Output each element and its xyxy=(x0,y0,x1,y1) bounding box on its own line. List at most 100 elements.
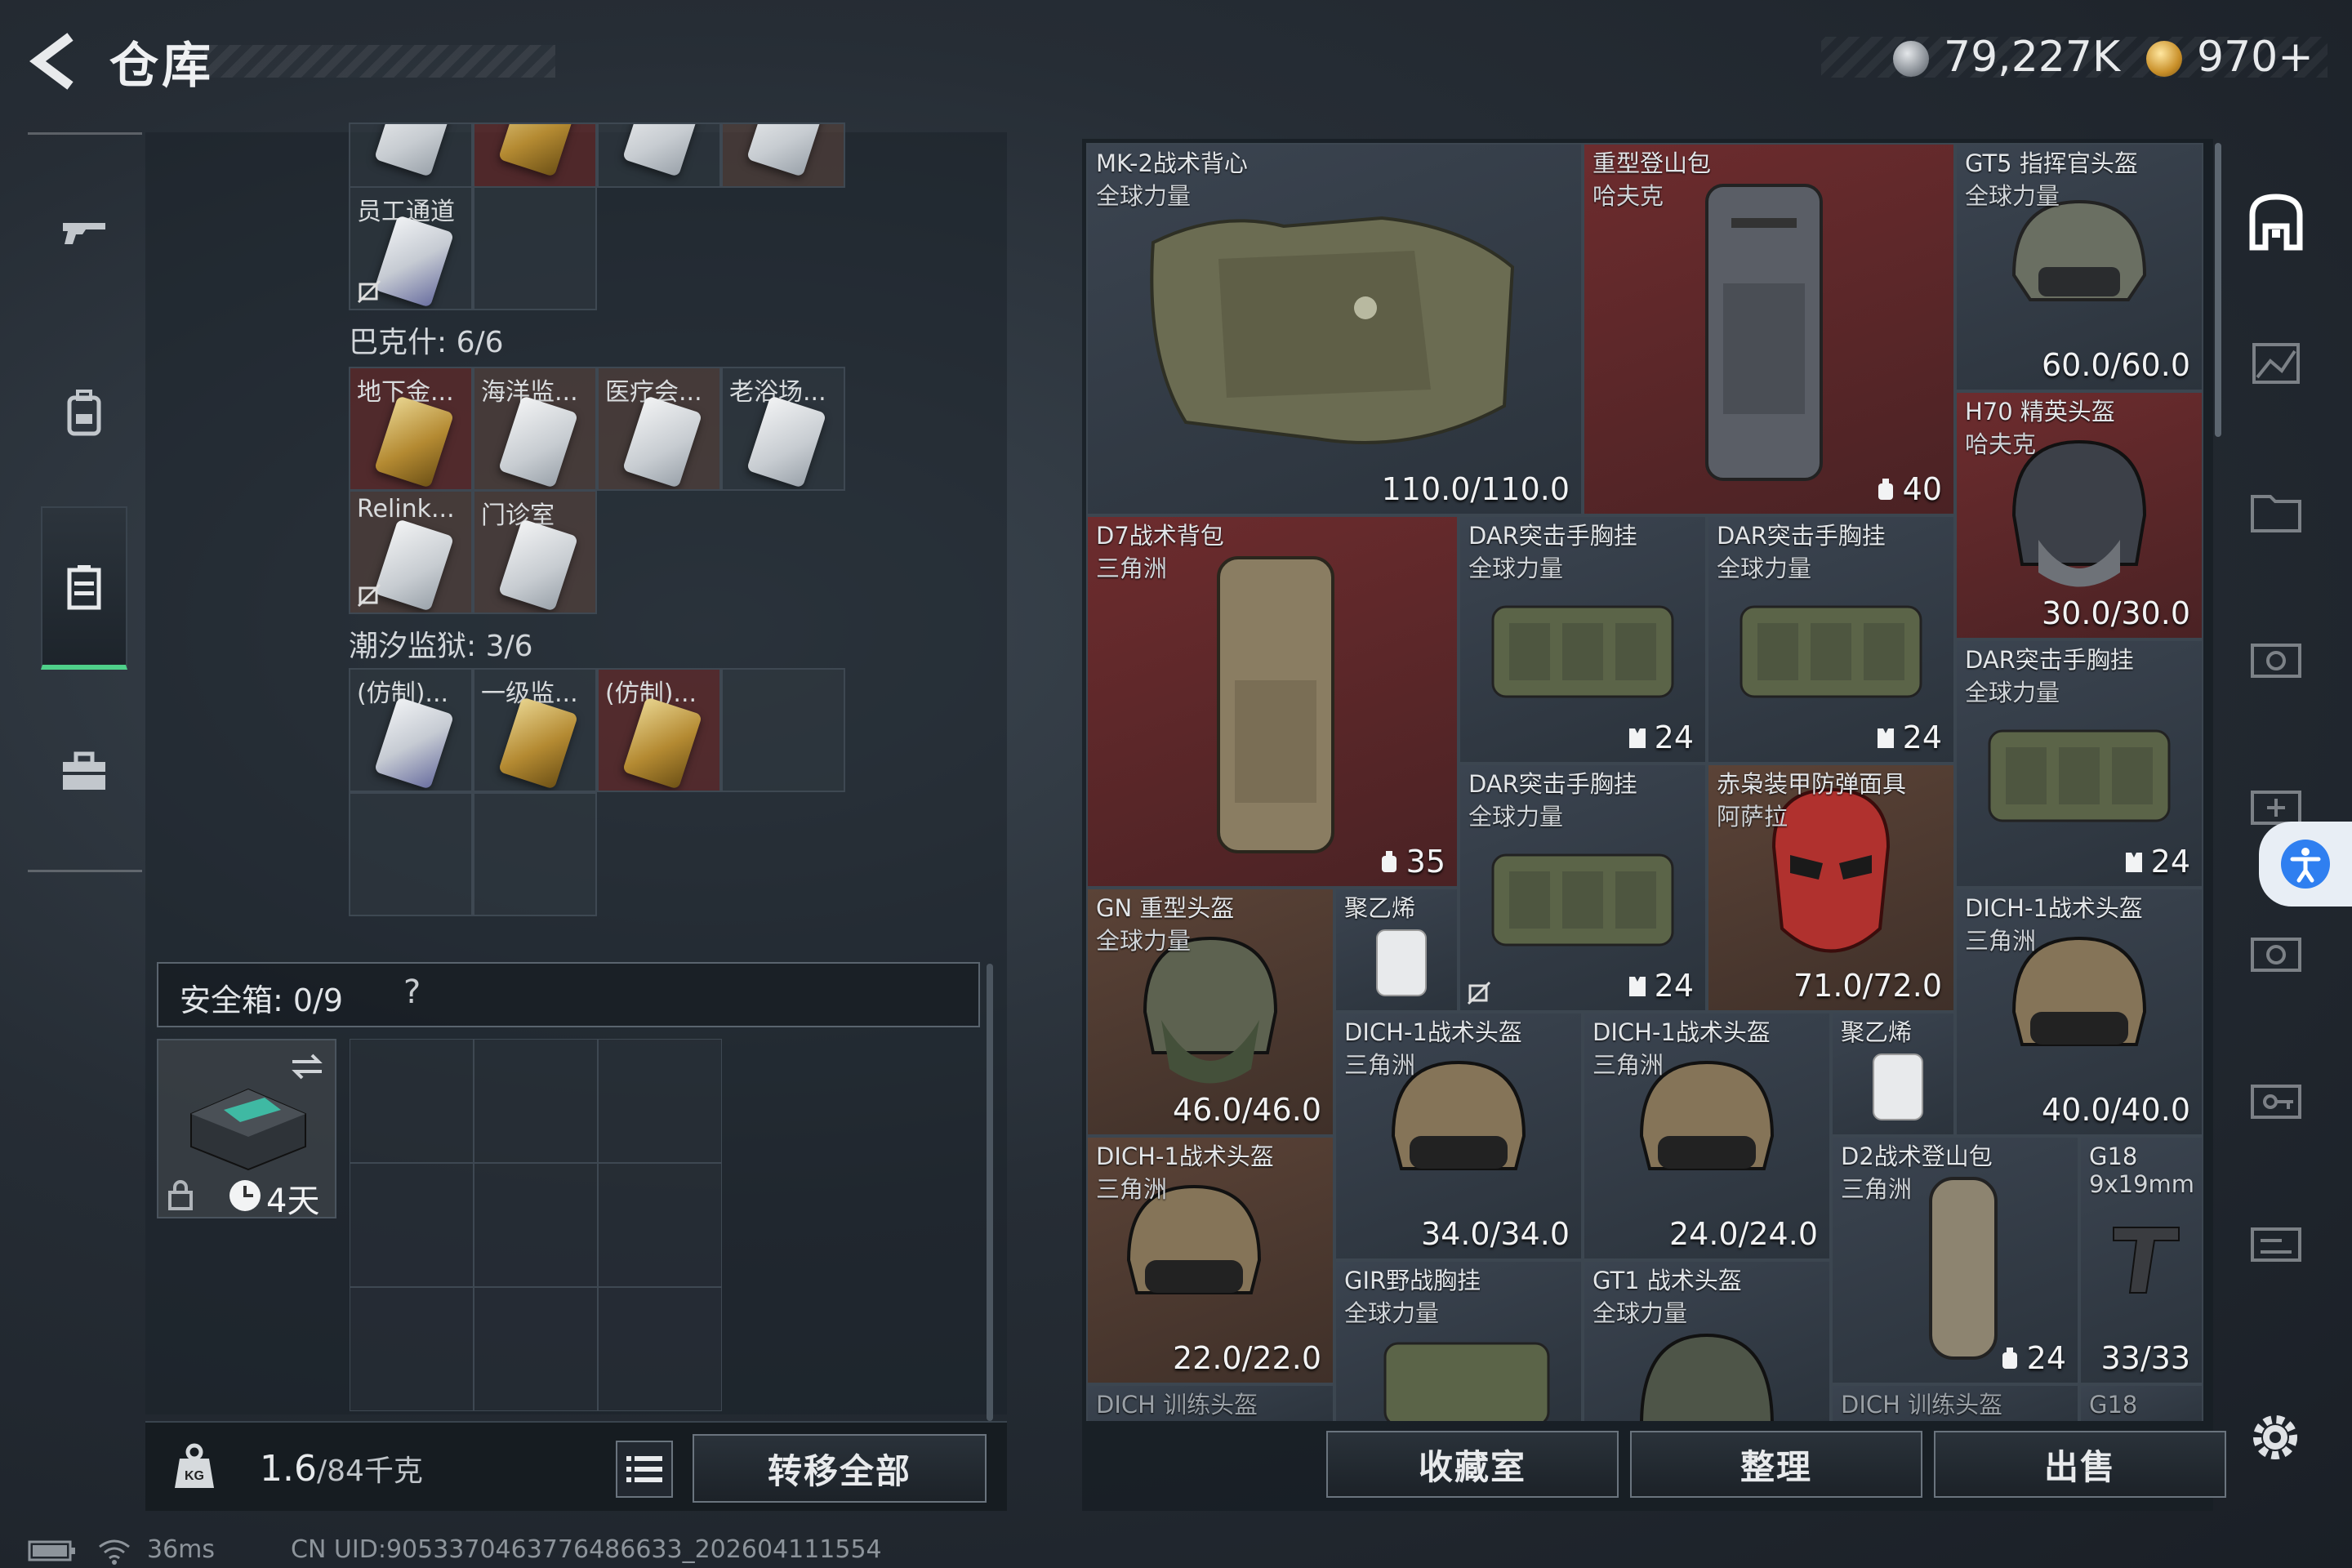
keycard-item[interactable]: Relink... xyxy=(349,490,473,614)
stash-cell[interactable] xyxy=(597,122,721,188)
chest-rig-art xyxy=(1491,605,1674,698)
stash-cell-empty[interactable] xyxy=(473,186,597,310)
filter-category[interactable] xyxy=(2239,1205,2313,1278)
nav-storage[interactable] xyxy=(41,506,127,670)
inventory-scrollbar[interactable] xyxy=(2215,143,2221,437)
inventory-item[interactable]: G18 9x19mm 33/33 xyxy=(2079,1136,2203,1384)
gold-amount[interactable]: 970+ xyxy=(2197,33,2314,82)
organize-button[interactable]: 整理 xyxy=(1630,1431,1922,1498)
stash-cell-empty[interactable] xyxy=(721,668,845,792)
inventory-item[interactable]: DICH-1战术头盔 三角洲 24.0/24.0 xyxy=(1583,1012,1831,1260)
keycard-item[interactable]: 医疗会... xyxy=(597,367,721,491)
inventory-item[interactable]: DICH-1战术头盔 三角洲 40.0/40.0 xyxy=(1955,888,2203,1136)
keycard-item[interactable]: (仿制)... xyxy=(349,668,473,792)
inventory-item[interactable]: DICH-1战术头盔 三角洲 34.0/34.0 xyxy=(1334,1012,1583,1260)
nav-equipment[interactable] xyxy=(41,331,127,494)
inventory-item[interactable]: DAR突击手胸挂 全球力量 24 xyxy=(1459,764,1707,1012)
safebox-slot[interactable] xyxy=(350,1163,474,1287)
safebox-slot[interactable] xyxy=(598,1163,722,1287)
stash-cell-empty[interactable] xyxy=(473,792,597,916)
safebox-slot[interactable] xyxy=(598,1287,722,1411)
inventory-item[interactable]: GIR野战胸挂 全球力量 xyxy=(1334,1260,1583,1421)
item-name: DICH-1战术头盔 xyxy=(1592,1018,1771,1046)
filter-category[interactable] xyxy=(2239,474,2313,547)
list-view-button[interactable] xyxy=(616,1441,673,1498)
inventory-item[interactable]: D2战术登山包 三角洲 24 xyxy=(1831,1136,2079,1384)
safebox-slot[interactable] xyxy=(350,1039,474,1163)
inventory-item[interactable]: D7战术背包 三角洲 35 xyxy=(1086,515,1459,888)
item-durability: 46.0/46.0 xyxy=(1172,1092,1321,1128)
inventory-item[interactable]: GT1 战术头盔 全球力量 xyxy=(1583,1260,1831,1421)
stash-cell[interactable] xyxy=(473,122,597,188)
keycard-item[interactable]: 一级监... xyxy=(473,668,597,792)
filter-category[interactable] xyxy=(2239,327,2313,400)
keycard-item[interactable]: 地下金... xyxy=(349,367,473,491)
inventory-item[interactable]: GT5 指挥官头盔 全球力量 60.0/60.0 xyxy=(1955,143,2203,391)
nav-weapons[interactable] xyxy=(41,151,127,314)
helmet-art xyxy=(1640,1333,1774,1421)
gold-coin-icon xyxy=(2146,41,2182,77)
stash-cell-empty[interactable] xyxy=(349,792,473,916)
nav-briefcase[interactable] xyxy=(41,690,127,853)
inventory-item[interactable]: 聚乙烯 xyxy=(1831,1012,1955,1136)
filter-category[interactable] xyxy=(2239,915,2313,988)
svg-text:KG: KG xyxy=(185,1469,204,1483)
briefcase-icon xyxy=(63,751,105,790)
safebox-slot[interactable] xyxy=(474,1287,598,1411)
filter-category[interactable] xyxy=(2239,621,2313,694)
inventory-item[interactable]: DICH-1战术头盔 三角洲 22.0/22.0 xyxy=(1086,1136,1334,1384)
inventory-item[interactable]: GN 重型头盔 全球力量 46.0/46.0 xyxy=(1086,888,1334,1136)
safebox-slot[interactable] xyxy=(474,1163,598,1287)
stash-scrollbar[interactable] xyxy=(987,964,993,1421)
item-name: G18 xyxy=(2089,1391,2138,1419)
safebox-slot[interactable] xyxy=(598,1039,722,1163)
safebox-slot[interactable] xyxy=(474,1039,598,1163)
back-arrow-icon xyxy=(29,33,74,90)
back-button[interactable] xyxy=(23,29,88,94)
transfer-all-button[interactable]: 转移全部 xyxy=(693,1434,987,1503)
accessibility-button[interactable] xyxy=(2259,822,2352,906)
keycard-item[interactable]: 海洋监... xyxy=(473,367,597,491)
unbindable-icon xyxy=(1467,981,1491,1005)
help-icon[interactable]: ? xyxy=(403,973,421,1011)
inventory-item[interactable]: G18 xyxy=(2079,1384,2203,1421)
inventory-item[interactable]: DICH 训练头盔 xyxy=(1831,1384,2079,1421)
inventory-item[interactable]: 赤枭装甲防弹面具 阿萨拉 71.0/72.0 xyxy=(1707,764,1955,1012)
item-faction: 全球力量 xyxy=(1965,679,2060,706)
inventory-item[interactable]: MK-2战术背心 全球力量 110.0/110.0 xyxy=(1086,143,1583,515)
chest-rig-art xyxy=(1740,605,1922,698)
silver-amount[interactable]: 79,227K xyxy=(1944,33,2120,82)
keycard-item[interactable]: 老浴场... xyxy=(721,367,845,491)
filter-all[interactable] xyxy=(2239,184,2313,257)
camera-filter-icon xyxy=(2251,938,2301,972)
inventory-item[interactable]: DAR突击手胸挂 全球力量 24 xyxy=(1707,515,1955,764)
item-faction: 全球力量 xyxy=(1468,803,1564,831)
safebox-slot[interactable] xyxy=(350,1287,474,1411)
inventory-item[interactable]: DAR突击手胸挂 全球力量 24 xyxy=(1955,639,2203,888)
inventory-item[interactable]: 聚乙烯 xyxy=(1334,888,1459,1012)
item-name: DICH 训练头盔 xyxy=(1096,1391,1258,1419)
lock-icon xyxy=(168,1180,193,1210)
section-tide-prison: 潮汐监狱: 3/6 xyxy=(349,630,533,663)
item-durability: 110.0/110.0 xyxy=(1381,471,1570,507)
item-name: DICH 训练头盔 xyxy=(1841,1391,2003,1419)
keycard-staff-passage[interactable]: 员工通道 xyxy=(349,186,473,310)
vest-art xyxy=(1150,216,1515,444)
safebox-item[interactable]: 4天 xyxy=(157,1039,336,1220)
inventory-item[interactable]: DAR突击手胸挂 全球力量 24 xyxy=(1459,515,1707,764)
settings-button[interactable] xyxy=(2244,1406,2306,1468)
inventory-item[interactable]: 重型登山包 哈夫克 40 xyxy=(1583,143,1955,515)
item-name: 赤枭装甲防弹面具 xyxy=(1717,770,1907,798)
stash-cell[interactable] xyxy=(349,122,473,188)
inventory-item[interactable]: H70 精英头盔 哈夫克 30.0/30.0 xyxy=(1955,391,2203,639)
stash-cell[interactable] xyxy=(721,122,845,188)
inventory-item[interactable]: DICH 训练头盔 xyxy=(1086,1384,1334,1421)
sell-button[interactable]: 出售 xyxy=(1934,1431,2226,1498)
keycard-item[interactable]: 门诊室 xyxy=(473,490,597,614)
keycard-item[interactable]: (仿制)... xyxy=(597,668,721,792)
collection-room-button[interactable]: 收藏室 xyxy=(1326,1431,1619,1498)
uid-readout: CN UID:9053370463776486633_202604111554 xyxy=(291,1535,882,1564)
filter-category[interactable] xyxy=(2239,1062,2313,1135)
wifi-icon xyxy=(99,1539,130,1565)
inventory-grid: MK-2战术背心 全球力量 110.0/110.0 重型登山包 哈夫克 40 G… xyxy=(1086,143,2205,1421)
